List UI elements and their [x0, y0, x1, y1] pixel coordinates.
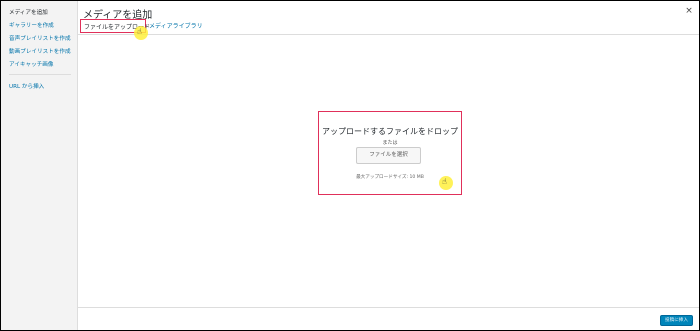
- menu-item-insert-from-url[interactable]: URL から挿入: [9, 82, 44, 90]
- select-files-button[interactable]: ファイルを選択: [356, 147, 421, 164]
- hand-pointer-icon: ☝: [439, 176, 453, 190]
- hand-pointer-icon: ☝: [134, 26, 148, 40]
- insert-into-post-button[interactable]: 投稿に挿入: [660, 315, 693, 326]
- close-icon[interactable]: ×: [683, 5, 695, 17]
- menu-item-featured-image[interactable]: アイキャッチ画像: [9, 60, 53, 68]
- menu-item-create-audio-playlist[interactable]: 音声プレイリストを作成: [9, 34, 71, 42]
- menu-item-create-video-playlist[interactable]: 動画プレイリストを作成: [9, 47, 71, 55]
- menu-item-add-media[interactable]: メディアを追加: [9, 8, 48, 16]
- menu-item-create-gallery[interactable]: ギャラリーを作成: [9, 21, 54, 29]
- menu-separator: [9, 74, 71, 75]
- or-text: または: [382, 140, 398, 146]
- tab-media-library[interactable]: メディアライブラリ: [149, 21, 203, 30]
- media-modal: メディアを追加 ギャラリーを作成 音声プレイリストを作成 動画プレイリストを作成…: [0, 0, 700, 331]
- media-menu-sidebar: メディアを追加 ギャラリーを作成 音声プレイリストを作成 動画プレイリストを作成…: [1, 1, 78, 330]
- tab-divider: [78, 34, 699, 35]
- drop-instructions: アップロードするファイルをドロップ: [322, 127, 458, 136]
- toolbar-divider: [78, 307, 699, 308]
